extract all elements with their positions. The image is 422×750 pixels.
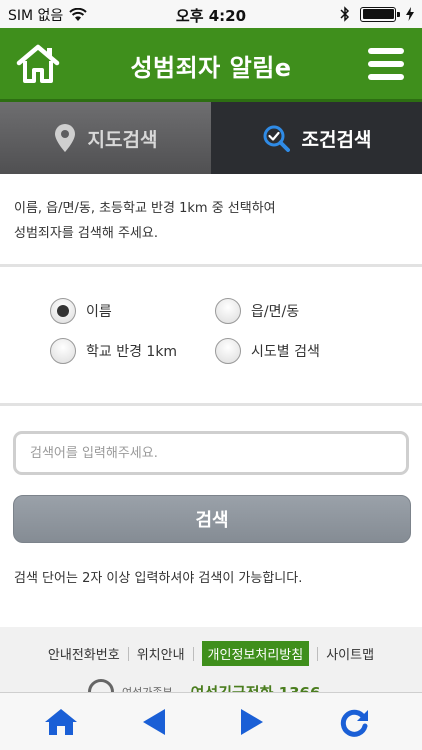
radio-button[interactable] xyxy=(215,338,241,364)
radio-label: 시도별 검색 xyxy=(251,344,320,360)
search-check-icon xyxy=(263,125,290,152)
toolbar-home-button[interactable] xyxy=(42,703,80,741)
tab-label: 조건검색 xyxy=(301,128,372,151)
footer: 안내전화번호 위치안내 개인정보처리방침 사이트맵 여성가족부 여성긴급전화 1… xyxy=(0,627,422,692)
footer-separator xyxy=(192,646,194,661)
forward-arrow-icon xyxy=(241,709,263,735)
charging-icon xyxy=(406,7,414,21)
radio-selected-dot xyxy=(57,305,69,317)
radio-province[interactable]: 시도별 검색 xyxy=(215,338,320,364)
search-hint: 검색 단어는 2자 이상 입력하셔야 검색이 가능합니다. xyxy=(14,571,303,586)
toolbar-back-button[interactable] xyxy=(135,703,173,741)
radio-label: 읍/면/동 xyxy=(251,304,300,320)
radio-school-radius[interactable]: 학교 반경 1km xyxy=(50,338,177,364)
radio-label: 학교 반경 1km xyxy=(86,344,178,360)
search-description: 이름, 읍/면/동, 초등학교 반경 1km 중 선택하여 성범죄자를 검색해 … xyxy=(14,196,410,246)
menu-bar xyxy=(368,61,404,67)
divider xyxy=(0,264,422,267)
menu-bar xyxy=(368,48,404,54)
search-button[interactable]: 검색 xyxy=(13,495,411,543)
radio-name[interactable]: 이름 xyxy=(50,298,112,324)
battery-icon xyxy=(360,6,400,22)
back-arrow-icon xyxy=(143,709,165,735)
app-header: 성범죄자 알림e xyxy=(0,28,422,102)
emergency-phone-text: 여성긴급전화 1366 xyxy=(191,682,321,693)
footer-link-location[interactable]: 위치안내 xyxy=(129,644,193,663)
description-line: 성범죄자를 검색해 주세요. xyxy=(14,226,158,241)
tab-map-search[interactable]: 지도검색 xyxy=(0,102,211,174)
radio-district[interactable]: 읍/면/동 xyxy=(215,298,299,324)
footer-link-privacy-policy[interactable]: 개인정보처리방침 xyxy=(201,641,310,666)
search-input[interactable] xyxy=(13,431,409,475)
app-title: 성범죄자 알림e xyxy=(130,54,292,82)
search-tabs: 지도검색 조건검색 xyxy=(0,102,422,174)
toolbar-forward-button[interactable] xyxy=(233,703,271,741)
refresh-icon xyxy=(340,709,368,737)
ministry-logo-icon xyxy=(88,679,114,692)
browser-toolbar xyxy=(0,692,422,750)
footer-partner-info: 여성가족부 여성긴급전화 1366 xyxy=(88,679,320,692)
menu-bar xyxy=(368,74,404,80)
tab-label: 지도검색 xyxy=(87,128,158,151)
ministry-logo-text: 여성가족부 xyxy=(122,684,173,692)
home-icon xyxy=(45,709,77,735)
footer-link-sitemap[interactable]: 사이트맵 xyxy=(318,644,382,663)
description-line: 이름, 읍/면/동, 초등학교 반경 1km 중 선택하여 xyxy=(14,201,276,216)
divider xyxy=(0,403,422,406)
map-pin-icon xyxy=(54,124,75,152)
footer-links: 안내전화번호 위치안내 개인정보처리방침 사이트맵 xyxy=(0,641,422,666)
radio-button[interactable] xyxy=(215,298,241,324)
radio-button[interactable] xyxy=(50,338,76,364)
radio-label: 이름 xyxy=(86,304,112,320)
status-right xyxy=(340,6,414,22)
status-bar: SIM 없음 오후 4:20 xyxy=(0,0,422,28)
bluetooth-icon xyxy=(340,6,350,22)
toolbar-refresh-button[interactable] xyxy=(335,703,373,741)
radio-button[interactable] xyxy=(50,298,76,324)
menu-button[interactable] xyxy=(368,48,404,80)
footer-link-phone-guide[interactable]: 안내전화번호 xyxy=(40,644,128,663)
tab-condition-search[interactable]: 조건검색 xyxy=(211,102,422,174)
